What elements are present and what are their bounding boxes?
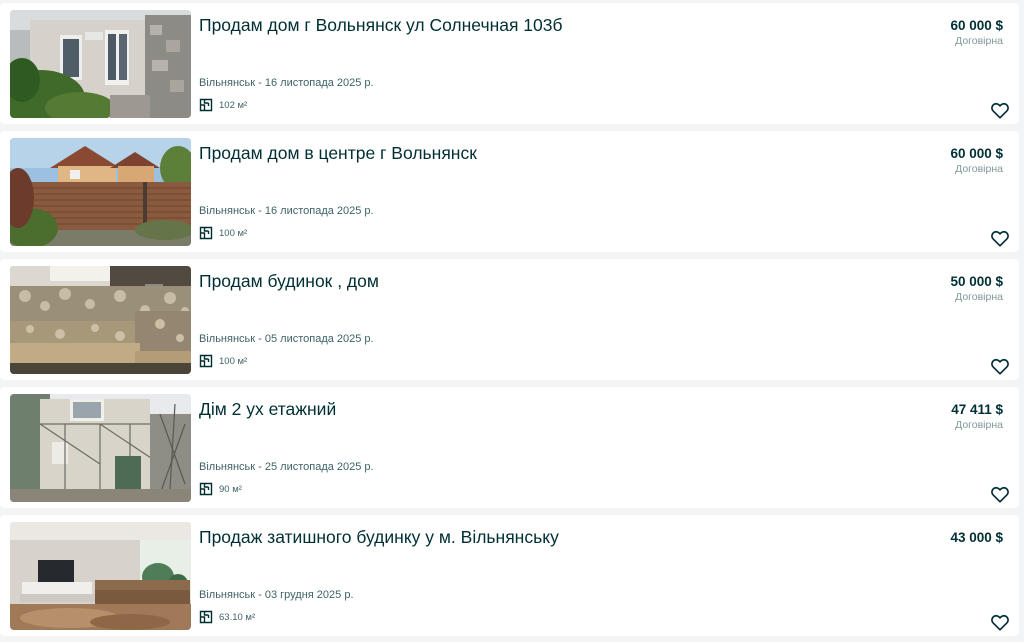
listing-area: 90 м²: [199, 481, 242, 497]
listing-location-date: Вільнянськ - 16 листопада 2025 р.: [199, 205, 374, 217]
heart-outline-icon: [991, 230, 1009, 247]
listing-area: 100 м²: [199, 225, 247, 241]
floor-plan-icon: [199, 354, 213, 368]
listing-title[interactable]: Продам будинок , дом: [199, 270, 899, 292]
house-facade-photo: [10, 10, 191, 118]
listing-card[interactable]: Дім 2 ух етажний Вільнянськ - 25 листопа…: [0, 387, 1019, 508]
floor-plan-icon: [199, 610, 213, 624]
heart-outline-icon: [991, 486, 1009, 503]
listing-title[interactable]: Продаж затишного будинку у м. Вільнянськ…: [199, 526, 899, 548]
listing-photo[interactable]: [10, 10, 191, 118]
floor-plan-icon: [199, 482, 213, 496]
listing-card[interactable]: Продаж затишного будинку у м. Вільнянськ…: [0, 515, 1019, 636]
listing-area: 102 м²: [199, 97, 247, 113]
listing-area-value: 63.10 м²: [219, 611, 256, 623]
listing-photo[interactable]: [10, 522, 191, 630]
listing-photo[interactable]: [10, 266, 191, 374]
listing-price: 50 000 $: [950, 274, 1003, 289]
two-storey-house-photo: [10, 394, 191, 502]
listing-card[interactable]: Продам дом г Вольнянск ул Солнечная 103б…: [0, 3, 1019, 124]
listing-price: 43 000 $: [950, 530, 1003, 545]
listing-card[interactable]: Продам будинок , дом Вільнянськ - 05 лис…: [0, 259, 1019, 380]
listing-area-value: 90 м²: [219, 483, 242, 495]
listing-price: 60 000 $: [950, 18, 1003, 33]
listing-price: 47 411 $: [951, 402, 1003, 417]
listing-price: 60 000 $: [950, 146, 1003, 161]
favorite-button[interactable]: [989, 227, 1011, 249]
listing-area: 100 м²: [199, 353, 247, 369]
sofa-interior-photo: [10, 266, 191, 374]
listing-location-date: Вільнянськ - 03 грудня 2025 р.: [199, 589, 354, 601]
favorite-button[interactable]: [989, 611, 1011, 633]
heart-outline-icon: [991, 102, 1009, 119]
listing-location-date: Вільнянськ - 05 листопада 2025 р.: [199, 333, 374, 345]
listing-negotiable: Договірна: [955, 163, 1003, 175]
listing-title[interactable]: Продам дом г Вольнянск ул Солнечная 103б: [199, 14, 899, 36]
listing-negotiable: Договірна: [955, 291, 1003, 303]
house-fence-photo: [10, 138, 191, 246]
favorite-button[interactable]: [989, 355, 1011, 377]
listing-area: 63.10 м²: [199, 609, 255, 625]
listing-location-date: Вільнянськ - 25 листопада 2025 р.: [199, 461, 374, 473]
heart-outline-icon: [991, 358, 1009, 375]
listing-negotiable: Договірна: [955, 419, 1003, 431]
listing-photo[interactable]: [10, 138, 191, 246]
listing-area-value: 100 м²: [219, 227, 248, 239]
listing-title[interactable]: Дім 2 ух етажний: [199, 398, 899, 420]
favorite-button[interactable]: [989, 483, 1011, 505]
listing-location-date: Вільнянськ - 16 листопада 2025 р.: [199, 77, 374, 89]
listing-area-value: 102 м²: [219, 99, 248, 111]
listing-card[interactable]: Продам дом в центре г Вольнянск Вільнянс…: [0, 131, 1019, 252]
heart-outline-icon: [991, 614, 1009, 631]
listing-photo[interactable]: [10, 394, 191, 502]
floor-plan-icon: [199, 98, 213, 112]
favorite-button[interactable]: [989, 99, 1011, 121]
listing-negotiable: Договірна: [955, 35, 1003, 47]
floor-plan-icon: [199, 226, 213, 240]
living-room-photo: [10, 522, 191, 630]
listing-title[interactable]: Продам дом в центре г Вольнянск: [199, 142, 899, 164]
listings-list: Продам дом г Вольнянск ул Солнечная 103б…: [0, 0, 1024, 642]
listing-area-value: 100 м²: [219, 355, 248, 367]
